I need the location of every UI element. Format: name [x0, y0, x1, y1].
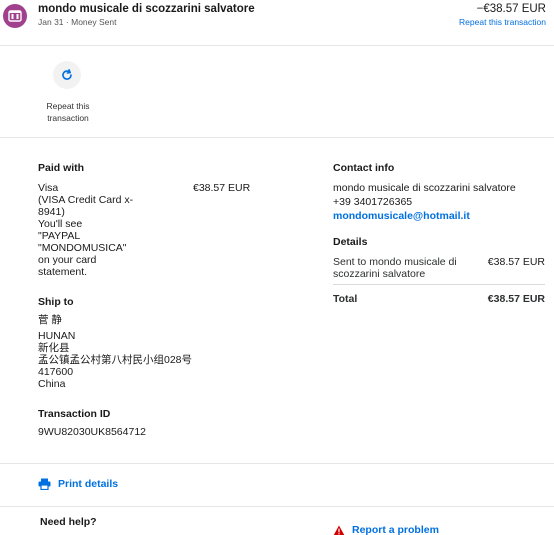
- transaction-id-title: Transaction ID: [38, 408, 111, 420]
- transaction-header: mondo musicale di scozzarini salvatore J…: [0, 0, 554, 46]
- contact-info-title: Contact info: [333, 162, 395, 174]
- total-row: Total €38.57 EUR: [333, 293, 545, 307]
- address-line: China: [38, 378, 66, 390]
- details-row-amount: €38.57 EUR: [487, 256, 545, 268]
- report-problem-button[interactable]: Report a problem: [333, 524, 439, 535]
- store-icon: [8, 10, 22, 22]
- merchant-name: mondo musicale di scozzarini salvatore: [38, 3, 255, 15]
- details-divider: [333, 284, 545, 285]
- repeat-transaction-button[interactable]: [53, 61, 81, 89]
- transaction-id-value: 9WU82030UK8564712: [38, 426, 146, 438]
- repeat-transaction-label: Repeat this transaction: [46, 101, 90, 123]
- payment-line: on your card: [38, 254, 97, 266]
- printer-icon: [38, 478, 51, 490]
- warning-icon: [333, 525, 345, 535]
- payment-line: You'll see: [38, 218, 83, 230]
- transaction-meta: Jan 31 · Money Sent: [38, 17, 117, 27]
- total-amount: €38.57 EUR: [487, 293, 545, 305]
- address-line: HUNAN: [38, 330, 76, 342]
- address-line: 417600: [38, 366, 74, 378]
- paid-with-row: Visa (VISA Credit Card x- 8941) You'll s…: [38, 182, 268, 278]
- contact-name: mondo musicale di scozzarini salvatore: [333, 182, 516, 194]
- report-problem-label: Report a problem: [352, 524, 439, 535]
- merchant-avatar: [3, 4, 27, 28]
- meta-separator: ·: [65, 17, 69, 27]
- address-line: 菅 静: [38, 314, 62, 326]
- contact-details-column: Contact info mondo musicale di scozzarin…: [333, 162, 545, 307]
- payment-line: "MONDOMUSICA": [38, 242, 127, 254]
- payment-line: "PAYPAL: [38, 230, 81, 242]
- details-row: Sent to mondo musicale di scozzarini sal…: [333, 256, 545, 280]
- address-line: 孟公镇孟公村第八村民小组028号: [38, 354, 193, 366]
- repeat-transaction-link[interactable]: Repeat this transaction: [459, 17, 546, 27]
- payment-column: Paid with Visa (VISA Credit Card x- 8941…: [38, 162, 268, 438]
- address-line: 新化县: [38, 342, 70, 354]
- transaction-date: Jan 31: [38, 17, 64, 27]
- details-title: Details: [333, 236, 368, 248]
- payment-line: statement.: [38, 266, 88, 278]
- section-divider: [0, 506, 554, 507]
- payment-line: Visa: [38, 182, 59, 194]
- print-details-label: Print details: [58, 478, 119, 490]
- contact-email-link[interactable]: mondomusicale@hotmail.it: [333, 210, 545, 222]
- shipping-address: 菅 静 HUNAN 新化县 孟公镇孟公村第八村民小组028号 417600 Ch…: [38, 314, 268, 390]
- section-divider: [0, 463, 554, 464]
- paid-amount: €38.57 EUR: [193, 182, 251, 194]
- ship-to-title: Ship to: [38, 296, 74, 308]
- contact-phone: +39 3401726365: [333, 196, 413, 208]
- payment-method: Visa (VISA Credit Card x- 8941) You'll s…: [38, 182, 148, 278]
- payment-line: (VISA Credit Card x-: [38, 194, 134, 206]
- quick-actions: Repeat this transaction: [0, 46, 554, 138]
- details-row-label: Sent to mondo musicale di scozzarini sal…: [333, 256, 457, 280]
- transaction-amount: −€38.57 EUR: [476, 3, 546, 15]
- need-help-title: Need help?: [40, 516, 97, 528]
- transaction-type: Money Sent: [71, 17, 117, 27]
- repeat-icon: [62, 69, 72, 80]
- payment-line: 8941): [38, 206, 65, 218]
- paid-with-title: Paid with: [38, 162, 85, 174]
- print-details-button[interactable]: Print details: [38, 478, 118, 490]
